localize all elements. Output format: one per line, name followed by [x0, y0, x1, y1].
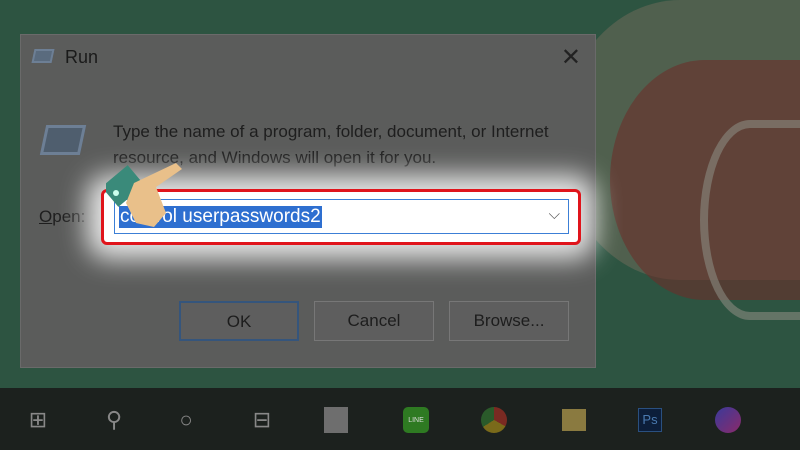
dialog-title: Run	[65, 47, 99, 67]
open-label-mnemonic: O	[39, 207, 53, 226]
chrome-icon[interactable]	[476, 402, 512, 438]
cortana-icon[interactable]: ○	[168, 402, 204, 438]
messenger-icon[interactable]	[710, 402, 746, 438]
wallpaper-shape	[700, 120, 800, 320]
open-label-text: pen:	[52, 207, 86, 226]
ok-button[interactable]: OK	[179, 301, 299, 341]
photoshop-label: Ps	[638, 408, 662, 432]
file-explorer-icon[interactable]	[556, 402, 592, 438]
line-label: LINE	[403, 407, 429, 433]
task-view-icon[interactable]: ⊟	[244, 402, 280, 438]
line-icon[interactable]: LINE	[398, 402, 434, 438]
open-label: Open:	[39, 207, 85, 227]
taskbar: ⊞ ⚲ ○ ⊟ LINE Ps	[0, 388, 800, 450]
photoshop-icon[interactable]: Ps	[632, 402, 668, 438]
browse-button[interactable]: Browse...	[449, 301, 569, 341]
windows-start-icon[interactable]: ⊞	[20, 402, 56, 438]
cancel-button[interactable]: Cancel	[314, 301, 434, 341]
run-icon	[31, 49, 55, 63]
pointing-hand-icon	[106, 163, 182, 227]
search-icon[interactable]: ⚲	[96, 402, 132, 438]
store-icon[interactable]	[318, 402, 354, 438]
title-bar[interactable]: Run ✕	[21, 35, 595, 81]
run-app-icon	[39, 125, 87, 155]
run-dialog: Run ✕ Type the name of a program, folder…	[20, 34, 596, 368]
close-button[interactable]: ✕	[561, 43, 581, 72]
chevron-down-icon[interactable]: ⌵	[549, 206, 560, 223]
